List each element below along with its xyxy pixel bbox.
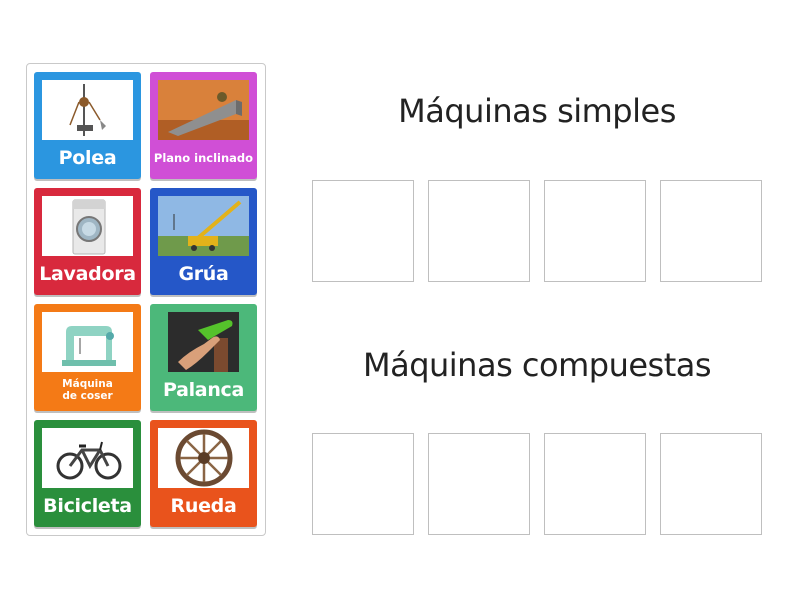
card-maquina-de-coser[interactable]: Máquina de coser bbox=[34, 304, 141, 411]
drop-slot-compound[interactable] bbox=[660, 433, 762, 535]
category-title-simple: Máquinas simples bbox=[398, 92, 676, 130]
washing-machine-icon bbox=[42, 196, 133, 256]
card-lavadora[interactable]: Lavadora bbox=[34, 188, 141, 295]
lever-icon bbox=[168, 312, 239, 372]
drop-slot-simple[interactable] bbox=[428, 180, 530, 282]
drop-slot-simple[interactable] bbox=[312, 180, 414, 282]
card-label: Rueda bbox=[170, 494, 237, 517]
inclined-plane-icon bbox=[158, 80, 249, 140]
drop-slot-simple[interactable] bbox=[544, 180, 646, 282]
card-label: Lavadora bbox=[39, 262, 136, 285]
card-palanca[interactable]: Palanca bbox=[150, 304, 257, 411]
wheel-icon bbox=[158, 428, 249, 488]
pulley-icon bbox=[42, 80, 133, 140]
card-rueda[interactable]: Rueda bbox=[150, 420, 257, 527]
card-plano-inclinado[interactable]: Plano inclinado bbox=[150, 72, 257, 179]
card-grua[interactable]: Grúa bbox=[150, 188, 257, 295]
card-label: Grúa bbox=[178, 262, 229, 285]
sewing-machine-icon bbox=[42, 312, 133, 372]
card-label: Palanca bbox=[162, 378, 245, 401]
drop-slot-compound[interactable] bbox=[544, 433, 646, 535]
card-label: Polea bbox=[58, 146, 117, 169]
drop-slot-simple[interactable] bbox=[660, 180, 762, 282]
crane-icon bbox=[158, 196, 249, 256]
bicycle-icon bbox=[42, 428, 133, 488]
card-label: Plano inclinado bbox=[153, 151, 254, 166]
drop-slot-compound[interactable] bbox=[428, 433, 530, 535]
card-label: Máquina de coser bbox=[62, 378, 113, 402]
drop-slot-compound[interactable] bbox=[312, 433, 414, 535]
card-polea[interactable]: Polea bbox=[34, 72, 141, 179]
card-label: Bicicleta bbox=[43, 494, 132, 517]
card-bicicleta[interactable]: Bicicleta bbox=[34, 420, 141, 527]
category-title-compound: Máquinas compuestas bbox=[362, 346, 712, 384]
